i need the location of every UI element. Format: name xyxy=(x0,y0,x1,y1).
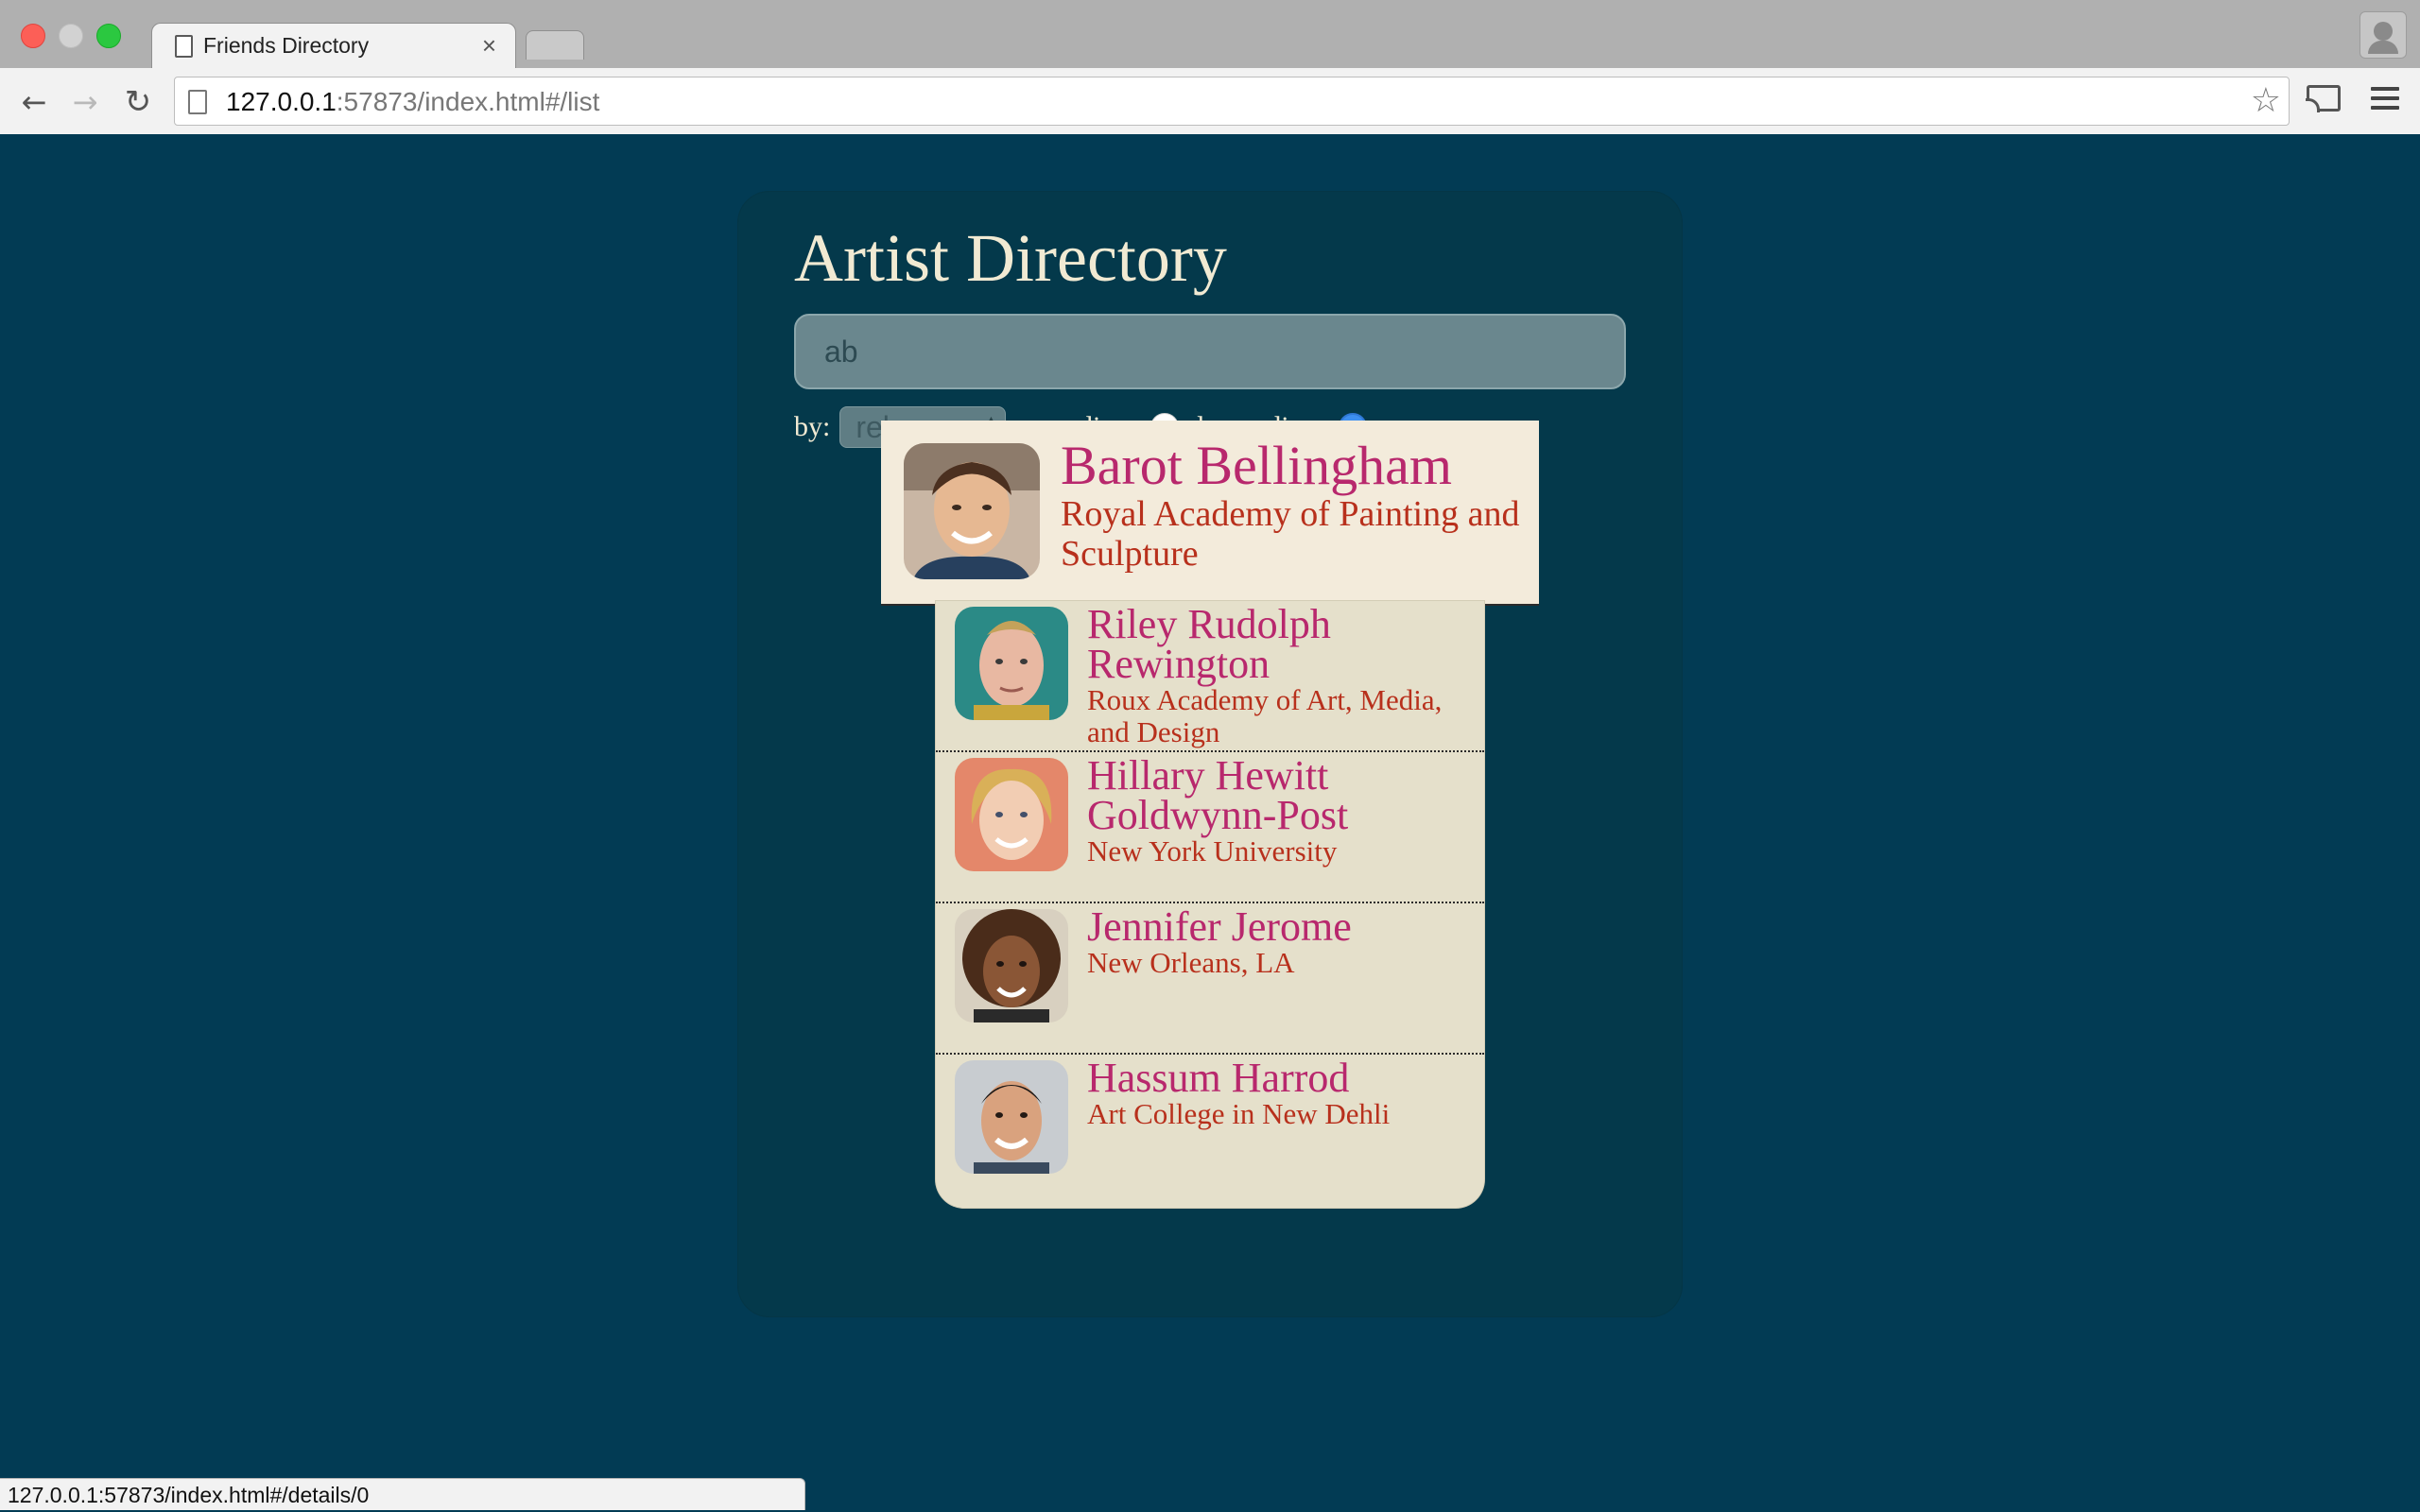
artist-item-hovered[interactable]: Barot Bellingham Royal Academy of Painti… xyxy=(881,421,1539,604)
artist-text: Hassum Harrod Art College in New Dehli xyxy=(1087,1055,1465,1130)
artist-reknown: Roux Academy of Art, Media, and Design xyxy=(1087,683,1443,748)
artist-list: Riley Rudolph Rewington Roux Academy of … xyxy=(936,601,1484,1208)
list-item[interactable]: Riley Rudolph Rewington Roux Academy of … xyxy=(936,601,1484,752)
artist-name: Barot Bellingham xyxy=(1061,435,1452,496)
profile-icon[interactable] xyxy=(2360,11,2407,59)
back-arrow-icon[interactable]: ← xyxy=(13,81,55,123)
artist-reknown: New Orleans, LA xyxy=(1087,946,1295,979)
url-path: :57873/index.html#/list xyxy=(336,87,600,116)
minimize-window-button[interactable] xyxy=(59,24,83,48)
page-icon xyxy=(175,35,193,58)
reload-icon[interactable]: ↻ xyxy=(117,81,159,123)
new-tab-button[interactable] xyxy=(526,30,584,60)
artist-name: Jennifer Jerome xyxy=(1087,903,1352,950)
artist-name: Hillary Hewitt Goldwynn-Post xyxy=(1087,752,1349,838)
sort-by-label: by: xyxy=(794,411,831,442)
browser-titlebar: Friends Directory × xyxy=(0,0,2420,70)
artist-text: Barot Bellingham Royal Academy of Painti… xyxy=(1061,435,1524,575)
close-window-button[interactable] xyxy=(21,24,45,48)
forward-arrow-icon[interactable]: → xyxy=(64,81,106,123)
tab-title: Friends Directory xyxy=(203,33,370,58)
cast-icon[interactable] xyxy=(2306,85,2341,112)
page-title: Artist Directory xyxy=(794,220,1227,296)
address-bar[interactable]: 127.0.0.1:57873/index.html#/list ☆ xyxy=(174,77,2290,126)
status-bar: 127.0.0.1:57873/index.html#/details/0 xyxy=(0,1478,805,1510)
avatar xyxy=(904,443,1040,579)
star-icon[interactable]: ☆ xyxy=(2251,81,2281,120)
artist-name: Hassum Harrod xyxy=(1087,1055,1350,1101)
artist-reknown: New York University xyxy=(1087,834,1338,868)
browser-tab[interactable]: Friends Directory × xyxy=(151,23,516,70)
tab-close-icon[interactable]: × xyxy=(482,31,496,60)
artist-text: Jennifer Jerome New Orleans, LA xyxy=(1087,903,1465,979)
artist-text: Riley Rudolph Rewington Roux Academy of … xyxy=(1087,601,1465,748)
artist-text: Hillary Hewitt Goldwynn-Post New York Un… xyxy=(1087,752,1465,868)
maximize-window-button[interactable] xyxy=(96,24,121,48)
avatar xyxy=(955,607,1068,720)
list-item[interactable]: Hillary Hewitt Goldwynn-Post New York Un… xyxy=(936,752,1484,903)
avatar xyxy=(955,909,1068,1022)
list-item[interactable]: Hassum Harrod Art College in New Dehli xyxy=(936,1055,1484,1208)
artist-name: Riley Rudolph Rewington xyxy=(1087,601,1331,687)
avatar xyxy=(955,758,1068,871)
menu-icon[interactable] xyxy=(2371,87,2399,113)
search-input[interactable] xyxy=(794,314,1626,389)
url-text: 127.0.0.1:57873/index.html#/list xyxy=(226,87,599,117)
browser-toolbar: ← → ↻ 127.0.0.1:57873/index.html#/list ☆ xyxy=(0,68,2420,135)
list-item[interactable]: Jennifer Jerome New Orleans, LA xyxy=(936,903,1484,1055)
avatar xyxy=(955,1060,1068,1174)
page-icon xyxy=(188,90,207,114)
artist-reknown: Royal Academy of Painting and Sculpture xyxy=(1061,494,1520,574)
url-host: 127.0.0.1 xyxy=(226,87,337,116)
artist-reknown: Art College in New Dehli xyxy=(1087,1097,1391,1130)
